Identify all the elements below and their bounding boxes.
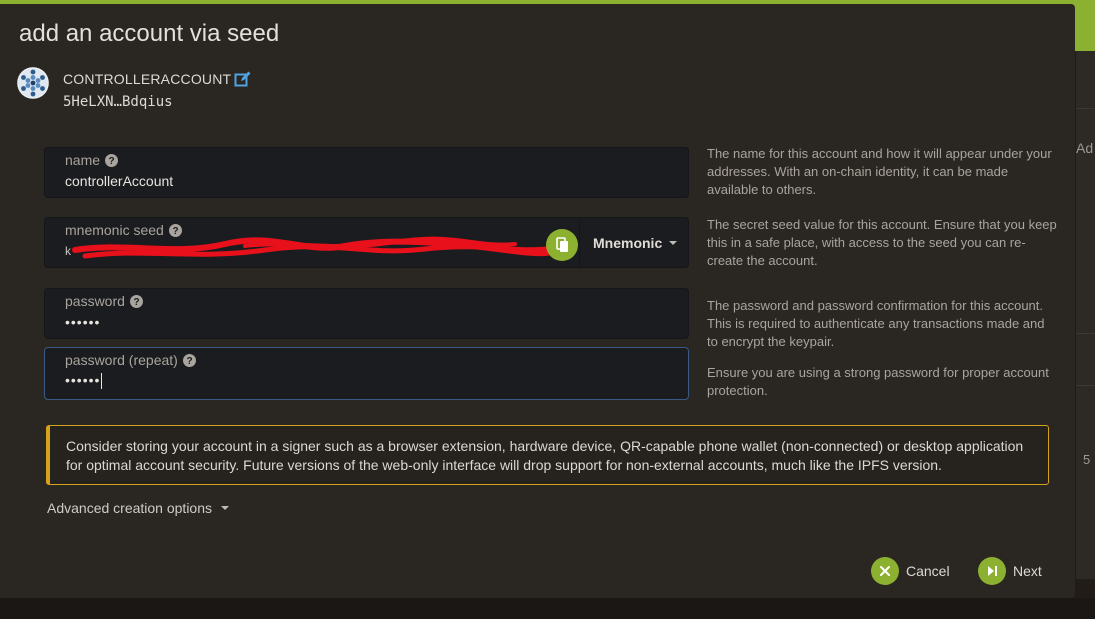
password-repeat-input[interactable]: ••••••: [65, 372, 103, 390]
svg-text:?: ?: [133, 297, 139, 308]
account-name: CONTROLLERACCOUNT: [63, 71, 232, 87]
text-cursor: [101, 373, 103, 390]
account-address: 5HeLXN…Bdqius: [63, 94, 173, 110]
seed-field-divider: [579, 218, 580, 267]
copy-icon: [556, 237, 568, 252]
copy-seed-button[interactable]: [546, 229, 578, 261]
background-header-text: Ad: [1076, 140, 1094, 156]
account-identicon-icon: [16, 66, 50, 100]
svg-text:?: ?: [186, 356, 192, 367]
chevron-down-icon: [221, 506, 229, 510]
modal-title: add an account via seed: [19, 20, 280, 47]
password-field[interactable]: password ? ••••••: [44, 288, 689, 339]
help-icon[interactable]: ?: [105, 153, 119, 167]
security-warning: Consider storing your account in a signe…: [46, 425, 1049, 485]
password-repeat-help-text: Ensure you are using a strong password f…: [707, 365, 1049, 398]
password-field-label: password ?: [65, 293, 143, 309]
background-cell-text: 5: [1083, 452, 1091, 467]
seed-help-text: The secret seed value for this account. …: [707, 217, 1057, 268]
help-icon[interactable]: ?: [129, 294, 143, 308]
name-help-text: The name for this account and how it wil…: [707, 146, 1052, 197]
redaction-scribble: [72, 236, 563, 259]
next-button[interactable]: Next: [978, 556, 1042, 586]
create-account-modal: add an account via seed CONTROLLERACCOUN…: [0, 4, 1075, 598]
password-input[interactable]: ••••••: [65, 314, 100, 330]
app-bottom-bar: [0, 598, 1095, 619]
seed-field[interactable]: mnemonic seed ? k Mnemonic: [44, 217, 689, 268]
password-repeat-field[interactable]: password (repeat) ? ••••••: [44, 347, 689, 400]
help-icon[interactable]: ?: [182, 353, 196, 367]
name-input[interactable]: controllerAccount: [65, 173, 173, 189]
chevron-down-icon: [669, 241, 678, 245]
step-forward-icon: [978, 557, 1006, 585]
password-help-text: The password and password confirmation f…: [707, 298, 1045, 349]
background-account-list: [1076, 51, 1095, 579]
name-field[interactable]: name ? controllerAccount: [44, 147, 689, 198]
name-field-label: name ?: [65, 152, 119, 168]
edit-name-icon[interactable]: [234, 71, 251, 88]
svg-text:?: ?: [108, 156, 114, 167]
seed-type-dropdown[interactable]: Mnemonic: [593, 235, 678, 251]
cancel-button[interactable]: Cancel: [871, 556, 950, 586]
password-repeat-field-label: password (repeat) ?: [65, 352, 196, 368]
close-icon: [871, 557, 899, 585]
advanced-options-toggle[interactable]: Advanced creation options: [47, 500, 229, 516]
